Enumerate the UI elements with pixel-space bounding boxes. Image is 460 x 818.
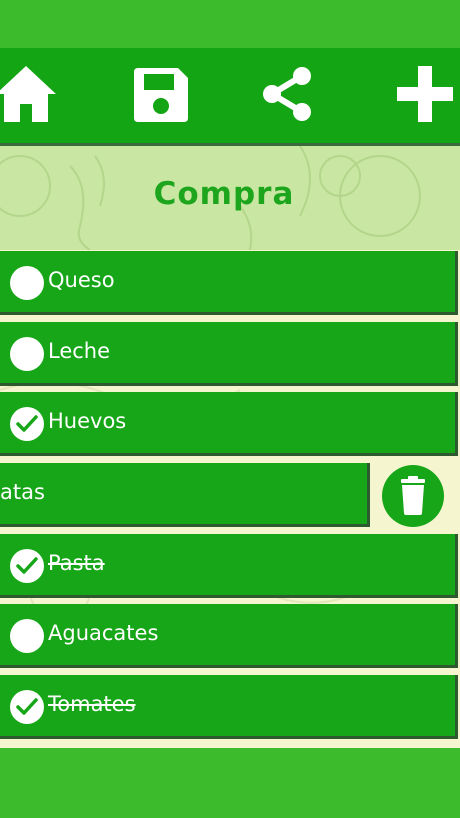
save-icon[interactable]: [128, 62, 192, 126]
home-icon[interactable]: [0, 62, 58, 126]
checkbox[interactable]: [10, 619, 44, 653]
status-bar: [0, 0, 460, 48]
item-label: Tomates: [48, 692, 136, 716]
item-label: Pasta: [48, 551, 105, 575]
add-icon[interactable]: [393, 62, 457, 126]
checkmark-icon: [16, 557, 38, 574]
checkbox[interactable]: [10, 266, 44, 300]
item-label: Aguacates: [48, 621, 159, 645]
list-item[interactable]: Tomates: [0, 675, 458, 739]
item-label: Huevos: [48, 409, 127, 433]
list-item[interactable]: Leche: [0, 322, 458, 386]
bottom-bar: [0, 748, 460, 818]
checkbox[interactable]: [10, 549, 44, 583]
list-item[interactable]: Queso: [0, 251, 458, 315]
share-icon[interactable]: [256, 62, 320, 126]
list-item[interactable]: Aguacates: [0, 604, 458, 668]
list-item[interactable]: Pasta: [0, 534, 458, 598]
checkmark-icon: [16, 415, 38, 432]
list-item-swiped[interactable]: atas: [0, 463, 370, 527]
checkmark-icon: [16, 698, 38, 715]
toolbar: [0, 48, 460, 146]
item-label: atas: [0, 480, 45, 504]
checkbox[interactable]: [10, 690, 44, 724]
checkbox[interactable]: [10, 337, 44, 371]
item-label: Queso: [48, 268, 115, 292]
page-title: Compra: [153, 176, 295, 212]
item-label: Leche: [48, 339, 111, 363]
list-item[interactable]: Huevos: [0, 392, 458, 456]
checkbox[interactable]: [10, 407, 44, 441]
trash-icon: [401, 476, 425, 515]
delete-button[interactable]: [382, 465, 444, 527]
